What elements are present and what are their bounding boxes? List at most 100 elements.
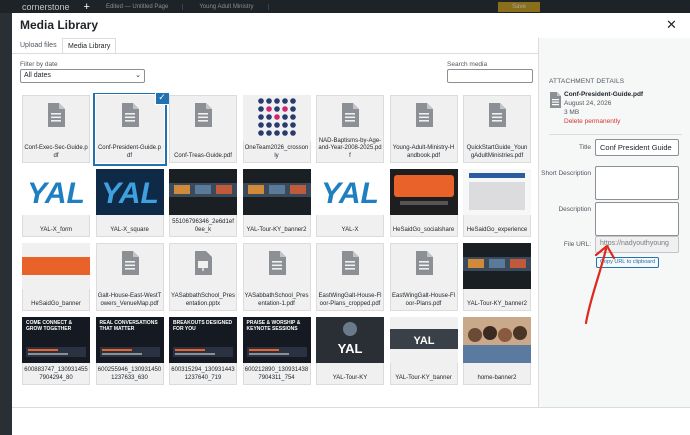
media-item[interactable]: HeSaidGo_socialshare (389, 169, 458, 237)
media-item[interactable]: EastWingGalt-House-Floor-Plans.pdf (389, 243, 458, 311)
attachment-details-panel: ATTACHMENT DETAILS Conf-President-Guide.… (538, 38, 690, 407)
presentation-icon (195, 251, 212, 275)
annotation-arrow-icon (584, 244, 616, 325)
oneteam-dots-image (242, 95, 311, 141)
media-item-name: HeSaidGo_banner (31, 300, 81, 307)
media-item-name: NAD-Baptisms-by-Age-and-Year-2008-2025.p… (318, 137, 382, 159)
tab-divider (12, 53, 538, 54)
promo-headline: REAL CONVERSATIONS THAT MATTER (99, 320, 158, 332)
promo-headline: COME CONNECT & GROW TOGETHER (26, 320, 73, 332)
media-item-name: Young-Adult-Ministry-Handbook.pdf (392, 145, 455, 159)
media-item[interactable]: PRAISE & WORSHIP & KEYNOTE SESSIONS 60021… (242, 317, 311, 385)
svg-text:YAL: YAL (101, 177, 159, 210)
document-icon (415, 103, 433, 127)
media-item[interactable]: QuickStartGuide_YoungAdultMinistries.pdf (463, 95, 531, 163)
add-icon[interactable]: + (84, 1, 90, 13)
media-item[interactable]: YAL YAL-X (316, 169, 384, 237)
media-item-name: HeSaidGo_experience (466, 226, 528, 233)
media-item[interactable]: EastWingGalt-House-Floor-Plans_cropped.p… (316, 243, 384, 311)
search-input[interactable] (447, 69, 533, 83)
tab-upload-files[interactable]: Upload files (15, 38, 62, 54)
document-icon (195, 103, 212, 127)
promo-headline: BREAKOUTS DESIGNED FOR YOU (173, 320, 233, 332)
media-item[interactable]: YAL YAL-X_form (22, 169, 90, 237)
media-item-name: YAL-Tour-KY_banner (395, 374, 452, 381)
document-icon (550, 92, 561, 108)
media-item[interactable]: NAD-Baptisms-by-Age-and-Year-2008-2025.p… (316, 95, 384, 163)
delete-permanently-link[interactable]: Delete permanently (564, 118, 620, 125)
title-field[interactable]: Conf President Guide (595, 139, 679, 156)
media-item-name: YAL-X_square (110, 226, 149, 233)
media-item[interactable]: BREAKOUTS DESIGNED FOR YOU 600315294_1309… (169, 317, 237, 385)
young-adult-life-image: YAL (316, 317, 384, 363)
app-toolbar: cornerstone + Edited — Untitled Page You… (0, 0, 690, 13)
media-item-name: 600315294_1309314431237640_719 (171, 367, 235, 381)
search-label: Search media (447, 61, 488, 68)
media-item-name: EastWingGalt-House-Floor-Plans.pdf (391, 293, 456, 307)
document-icon (342, 103, 359, 127)
media-item[interactable]: Conf-President-Guide.pdf (95, 95, 164, 163)
backdrop-left (0, 13, 12, 435)
document-icon (121, 251, 139, 275)
document-icon (489, 103, 506, 127)
media-item-name: Galt-House-East-WestTowers_VenueMap.pdf (97, 293, 162, 307)
media-item[interactable]: YAL-Tour-KY_banner2 (463, 243, 531, 311)
media-item[interactable]: HeSaidGo_banner (22, 243, 90, 311)
document-icon (121, 103, 139, 127)
he-said-go-image (389, 169, 458, 215)
media-item[interactable]: Young-Adult-Ministry-Handbook.pdf (389, 95, 458, 163)
modal-title: Media Library (20, 18, 99, 32)
close-icon[interactable]: ✕ (666, 17, 677, 33)
media-item-name: HeSaidGo_socialshare (392, 226, 455, 233)
media-item[interactable]: home-banner2 (463, 317, 531, 385)
media-item-name: YAL-Tour-KY_banner2 (246, 226, 307, 233)
document-icon (342, 251, 359, 275)
media-item-name: OneTeam2026_crossonly (244, 145, 309, 159)
event-photo (463, 243, 531, 289)
date-filter-select[interactable]: All dates ⌄ (20, 69, 145, 83)
media-item[interactable]: REAL CONVERSATIONS THAT MATTER 600255946_… (95, 317, 164, 385)
media-grid: Conf-Exec-Sec-Guide.pdf Conf-President-Gu… (20, 93, 536, 403)
media-item[interactable]: HeSaidGo_experience (463, 169, 531, 237)
document-icon (48, 103, 65, 127)
description-label: Description (558, 206, 591, 213)
media-item[interactable]: YAL YAL-X_square (95, 169, 164, 237)
media-item[interactable]: COME CONNECT & GROW TOGETHER 600883747_13… (22, 317, 90, 385)
document-icon (415, 251, 433, 275)
media-item-name: Conf-President-Guide.pdf (97, 145, 162, 159)
media-item-name: YASabbathSchool_Presentation-1.pdf (244, 293, 309, 307)
experience-image (463, 169, 531, 215)
yal-logo-image: YAL (22, 169, 90, 215)
media-item[interactable]: YAL-Tour-KY_banner2 (242, 169, 311, 237)
media-item-name: 600212890_1309314387904311_754 (244, 367, 309, 381)
media-item-name: Conf-Exec-Sec-Guide.pdf (24, 145, 88, 159)
svg-text:YAL: YAL (413, 335, 434, 347)
media-item-name: YAL-Tour-KY (332, 374, 368, 381)
media-item[interactable]: YAL YAL-Tour-KY (316, 317, 384, 385)
media-item-name: 600255946_1309314501237633_630 (97, 367, 162, 381)
document-icon (268, 251, 286, 275)
media-item[interactable]: YAL YAL-Tour-KY_banner (389, 317, 458, 385)
attachment-date: August 24, 2026 (564, 100, 612, 107)
media-item[interactable]: Conf-Exec-Sec-Guide.pdf (22, 95, 90, 163)
media-item[interactable]: OneTeam2026_crossonly (242, 95, 311, 163)
svg-text:YAL: YAL (27, 177, 85, 210)
date-filter-value: All dates (24, 72, 51, 79)
tab-edited-page[interactable]: Edited — Untitled Page (100, 3, 184, 10)
media-item[interactable]: Conf-Treas-Guide.pdf (169, 95, 237, 163)
media-item[interactable]: 55106796346_2e6d1ef0ee_k (169, 169, 237, 237)
media-item[interactable]: YASabbathSchool_Presentation.pptx (169, 243, 237, 311)
media-item[interactable]: YASabbathSchool_Presentation-1.pdf (242, 243, 311, 311)
short-description-label: Short Description (541, 170, 591, 177)
he-said-go-banner-image (22, 243, 90, 289)
selected-check-icon[interactable]: ✓ (155, 93, 169, 104)
tab-media-library[interactable]: Media Library (62, 38, 117, 54)
modal-footer (12, 407, 690, 435)
description-field[interactable] (595, 202, 679, 236)
media-item[interactable]: Galt-House-East-WestTowers_VenueMap.pdf (95, 243, 164, 311)
save-button[interactable]: Save (498, 2, 540, 12)
brand-name: cornerstone (22, 1, 70, 12)
tab-young-adult-ministry[interactable]: Young Adult Ministry (193, 3, 269, 10)
event-photo (242, 169, 311, 215)
short-description-field[interactable] (595, 166, 679, 200)
